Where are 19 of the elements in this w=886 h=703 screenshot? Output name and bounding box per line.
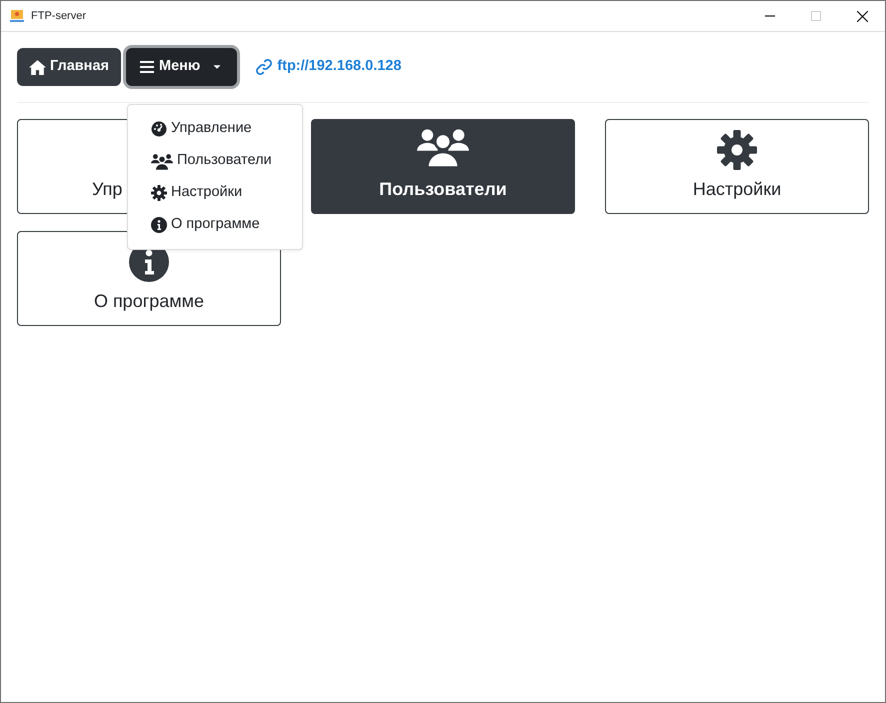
- app-icon: [9, 8, 25, 24]
- menu-icon: [138, 59, 155, 75]
- menu-item[interactable]: Управление: [128, 113, 302, 145]
- tile-button[interactable]: Настройки: [605, 119, 869, 214]
- close-icon: [856, 10, 868, 22]
- home-icon: [29, 58, 46, 76]
- home-button[interactable]: Главная: [17, 48, 121, 86]
- gauge-icon: [151, 121, 167, 137]
- menu-item[interactable]: Настройки: [128, 177, 302, 209]
- gear-icon: [151, 185, 167, 201]
- gear-icon: [717, 130, 757, 170]
- tile-button[interactable]: Пользователи: [311, 119, 575, 214]
- link-icon: [255, 58, 274, 76]
- menu-item[interactable]: Пользователи: [128, 145, 302, 177]
- info-icon: [151, 217, 167, 233]
- ftp-link[interactable]: ftp://192.168.0.128: [255, 56, 402, 78]
- window-title: FTP-server: [31, 8, 86, 24]
- maximize-icon: [811, 11, 821, 21]
- menu-button[interactable]: Меню: [126, 48, 238, 86]
